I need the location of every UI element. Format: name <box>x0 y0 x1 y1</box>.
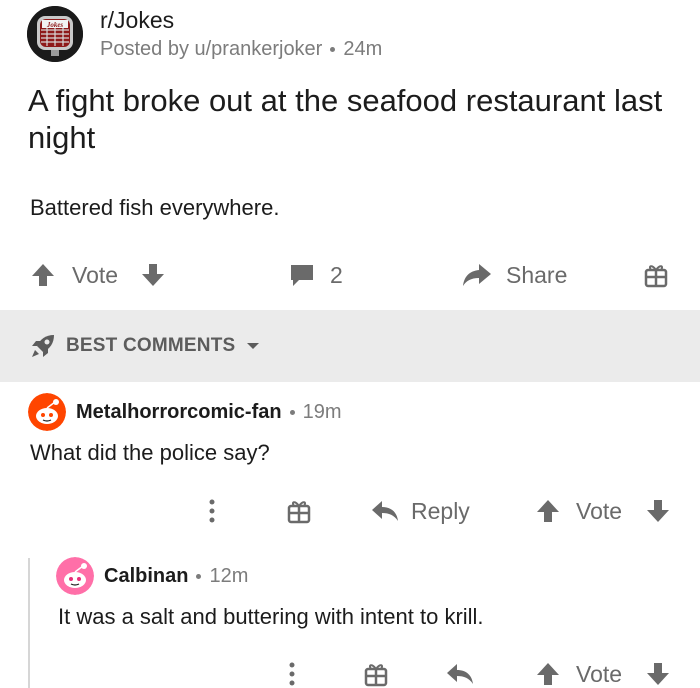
reply-button[interactable] <box>446 654 474 688</box>
post-header: Jokes r/Jokes Posted by u/prankerjoker 24… <box>27 6 382 62</box>
upvote-icon <box>32 264 54 286</box>
award-icon <box>287 501 311 524</box>
award-icon <box>364 664 388 687</box>
award-button[interactable] <box>644 255 668 295</box>
post-title: A fight broke out at the seafood restaur… <box>28 83 663 155</box>
subreddit-name[interactable]: r/Jokes <box>100 6 382 34</box>
reply-icon <box>372 501 398 521</box>
svg-text:Jokes: Jokes <box>46 21 64 29</box>
post-author[interactable]: Posted by u/prankerjoker <box>100 38 322 60</box>
thread-line[interactable] <box>28 558 30 688</box>
more-button[interactable] <box>280 654 304 688</box>
comment-age: 12m <box>209 565 249 587</box>
share-icon <box>463 264 491 286</box>
share-button[interactable]: Share <box>462 255 567 295</box>
comment-icon <box>291 265 313 286</box>
snoo-avatar-icon <box>56 557 94 595</box>
comment-age: 19m <box>302 401 342 423</box>
comments-button[interactable]: 2 <box>288 255 343 295</box>
vote-label: Vote <box>72 261 119 288</box>
author-name[interactable]: Calbinan <box>104 565 188 587</box>
comment-sort-bar[interactable]: BEST COMMENTS <box>0 310 700 382</box>
share-label: Share <box>506 261 568 288</box>
upvote-icon <box>537 663 559 685</box>
reply-button[interactable]: Reply <box>371 491 470 531</box>
author-name[interactable]: Metalhorrorcomic-fan <box>76 401 282 423</box>
snoo-avatar-icon <box>28 393 66 431</box>
downvote-button[interactable] <box>140 255 166 295</box>
comment-text: What did the police say? <box>30 440 270 465</box>
comment-text: It was a salt and buttering with intent … <box>58 604 484 629</box>
post-action-bar: Vote 2 Share <box>0 255 700 295</box>
separator-dot <box>196 574 202 580</box>
rocket-icon <box>32 335 54 357</box>
downvote-icon <box>647 500 669 522</box>
upvote-button[interactable] <box>535 491 561 531</box>
snoo-avatar[interactable] <box>56 557 94 595</box>
comment-author[interactable]: Calbinan 12m <box>104 565 248 588</box>
downvote-button[interactable] <box>645 491 671 531</box>
chevron-down-icon <box>247 343 260 349</box>
snoo-avatar[interactable] <box>28 393 66 431</box>
comment-author[interactable]: Metalhorrorcomic-fan 19m <box>76 401 342 424</box>
reply-icon <box>447 664 473 684</box>
upvote-button[interactable] <box>30 255 56 295</box>
reply-label: Reply <box>411 497 470 524</box>
separator-dot <box>330 47 336 53</box>
post-body: Battered fish everywhere. <box>30 195 280 220</box>
downvote-icon <box>142 264 164 286</box>
downvote-icon <box>647 663 669 685</box>
post-meta: Posted by u/prankerjoker 24m <box>100 36 382 62</box>
microphone-logo-icon: Jokes <box>27 6 83 62</box>
award-icon <box>644 265 668 288</box>
more-icon <box>289 662 295 686</box>
upvote-icon <box>537 500 559 522</box>
award-button[interactable] <box>287 491 311 531</box>
award-button[interactable] <box>364 654 388 688</box>
upvote-button[interactable] <box>535 654 561 688</box>
separator-dot <box>289 410 295 416</box>
downvote-button[interactable] <box>645 654 671 688</box>
more-icon <box>209 499 215 523</box>
more-button[interactable] <box>200 491 224 531</box>
comment-count: 2 <box>330 261 343 288</box>
post-age: 24m <box>343 38 383 60</box>
vote-label: Vote <box>576 497 623 524</box>
vote-label: Vote <box>576 660 623 687</box>
subreddit-avatar[interactable]: Jokes <box>27 6 83 62</box>
sort-label: BEST COMMENTS <box>66 335 236 356</box>
